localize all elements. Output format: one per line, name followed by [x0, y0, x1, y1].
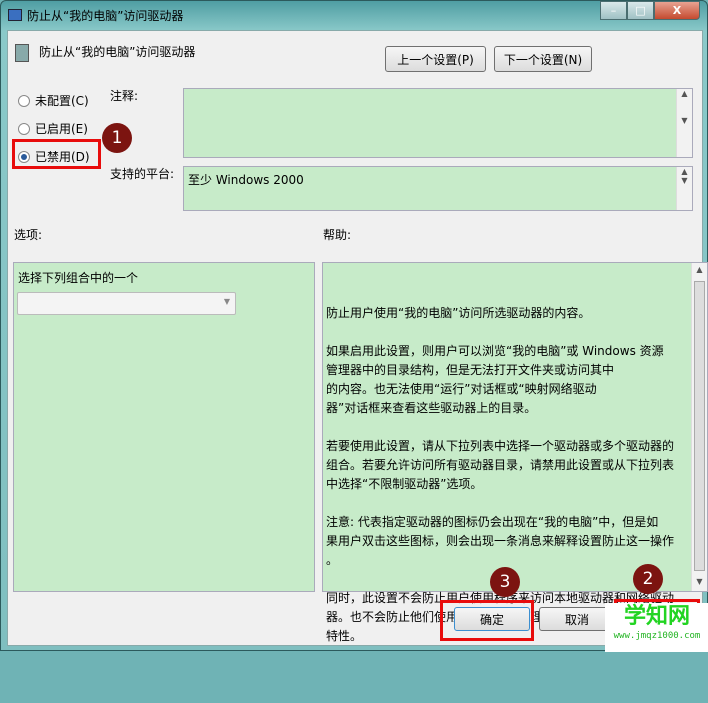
highlight-ok [440, 600, 534, 641]
policy-icon [15, 44, 29, 62]
radio-label: 已启用(E) [35, 122, 88, 136]
watermark-url: www.jmqz1000.com [613, 631, 701, 641]
platform-label: 支持的平台: [110, 167, 175, 181]
cancel-button[interactable]: 取消 [539, 607, 615, 631]
watermark: 学知网 www.jmqz1000.com [605, 603, 708, 652]
annotation-badge-2: 2 [633, 564, 663, 594]
chevron-down-icon: ▼ [223, 297, 230, 306]
close-button[interactable]: X [654, 1, 700, 20]
dialog-window: 防止从“我的电脑”访问驱动器 – □ X 防止从“我的电脑”访问驱动器 上一个设… [0, 0, 708, 652]
highlight-disabled [12, 139, 101, 169]
annotation-badge-1: 1 [102, 123, 132, 153]
annotation-badge-3: 3 [490, 567, 520, 597]
help-label: 帮助: [323, 228, 352, 242]
radio-icon [18, 122, 30, 135]
radio-icon [18, 94, 30, 107]
minimize-button[interactable]: – [600, 1, 627, 20]
maximize-button[interactable]: □ [627, 1, 654, 20]
next-setting-button[interactable]: 下一个设置(N) [494, 46, 592, 72]
radio-enabled[interactable]: 已启用(E) [18, 120, 88, 137]
combo-label: 选择下列组合中的一个 [18, 271, 139, 285]
options-panel: 选择下列组合中的一个 ▼ [13, 262, 315, 592]
scrollbar[interactable]: ▲ ▼ [676, 89, 692, 157]
dialog-body: 防止从“我的电脑”访问驱动器 上一个设置(P) 下一个设置(N) 未配置(C) … [7, 30, 708, 646]
app-icon [8, 9, 22, 21]
radio-label: 未配置(C) [35, 94, 89, 108]
setting-name: 防止从“我的电脑”访问驱动器 [39, 45, 196, 59]
window-title: 防止从“我的电脑”访问驱动器 [27, 9, 184, 23]
comment-label: 注释: [110, 89, 139, 103]
comment-textarea[interactable]: ▲ ▼ [183, 88, 693, 158]
drive-select[interactable]: ▼ [17, 292, 236, 315]
prev-setting-button[interactable]: 上一个设置(P) [385, 46, 486, 72]
options-label: 选项: [14, 228, 43, 242]
scrollbar[interactable]: ▲ ▼ [676, 167, 692, 210]
scrollbar[interactable]: ▲ ▼ [691, 263, 707, 591]
radio-not-configured[interactable]: 未配置(C) [18, 92, 89, 109]
platform-field: 至少 Windows 2000 ▲ ▼ [183, 166, 693, 211]
scrollbar-thumb[interactable] [694, 281, 705, 571]
watermark-name: 学知网 [623, 604, 690, 629]
platform-value: 至少 Windows 2000 [188, 173, 304, 187]
help-text-panel: 防止用户使用“我的电脑”访问所选驱动器的内容。 如果启用此设置，则用户可以浏览“… [322, 262, 708, 643]
